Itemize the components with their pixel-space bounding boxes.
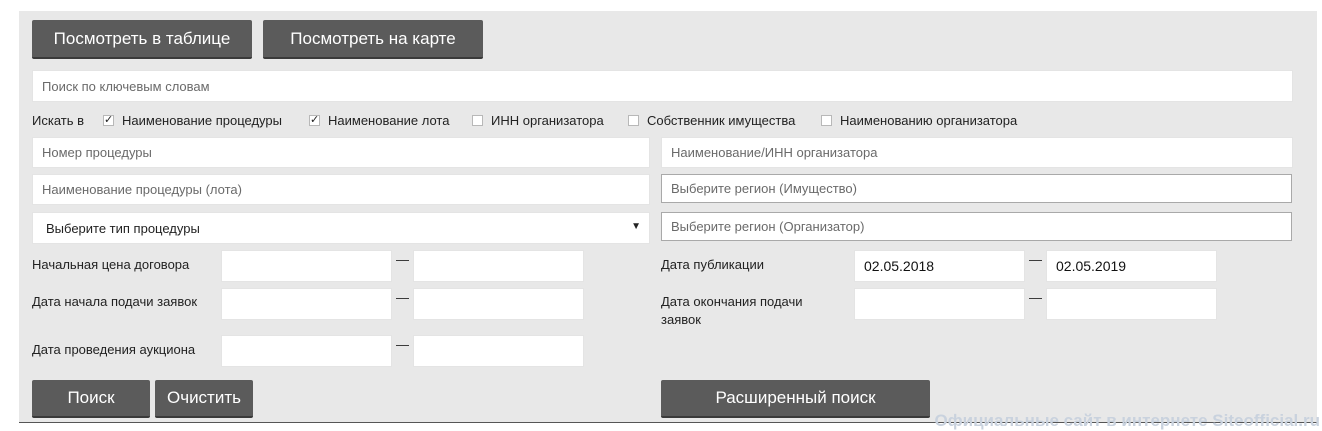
- range-dash: —: [396, 337, 409, 352]
- checkbox-organizer-name-label: Наименованию организатора: [840, 113, 1018, 128]
- dropdown-arrow-icon: ▼: [631, 221, 641, 232]
- search-button[interactable]: Поиск: [32, 380, 150, 418]
- clear-button[interactable]: Очистить: [155, 380, 253, 418]
- procedure-type-select[interactable]: Выберите тип процедуры ▼: [32, 212, 650, 244]
- range-dash: —: [1029, 290, 1042, 305]
- start-price-from-input[interactable]: [221, 250, 392, 282]
- auction-date-from-input[interactable]: [221, 335, 392, 367]
- range-dash: —: [1029, 252, 1042, 267]
- region-organizer-select[interactable]: [661, 212, 1292, 241]
- range-dash: —: [396, 290, 409, 305]
- procedure-type-select-value: Выберите тип процедуры: [46, 221, 200, 236]
- checkbox-lot-name[interactable]: ✓: [309, 115, 320, 126]
- keyword-search-input[interactable]: [32, 70, 1293, 102]
- watermark: Официальные сайт в интернете Siteofficia…: [934, 411, 1320, 430]
- auction-date-label: Дата проведения аукциона: [32, 342, 196, 357]
- region-property-select[interactable]: [661, 174, 1292, 203]
- application-start-label: Дата начала подачи заявок: [32, 294, 198, 309]
- auction-date-to-input[interactable]: [413, 335, 584, 367]
- start-price-to-input[interactable]: [413, 250, 584, 282]
- checkbox-procedure-name[interactable]: ✓: [103, 115, 114, 126]
- application-start-from-input[interactable]: [221, 288, 392, 320]
- checkbox-lot-name-label: Наименование лота: [328, 113, 450, 128]
- checkbox-procedure-name-label: Наименование процедуры: [122, 113, 282, 128]
- application-end-to-input[interactable]: [1046, 288, 1217, 320]
- publication-date-label: Дата публикации: [661, 257, 764, 272]
- application-end-label: Дата окончания подачи заявок: [661, 294, 803, 327]
- checkbox-property-owner-label: Собственник имущества: [647, 113, 796, 128]
- checkbox-property-owner[interactable]: [628, 115, 639, 126]
- application-end-from-input[interactable]: [854, 288, 1025, 320]
- checkbox-organizer-inn[interactable]: [472, 115, 483, 126]
- publication-date-to-input[interactable]: [1046, 250, 1217, 282]
- application-start-to-input[interactable]: [413, 288, 584, 320]
- procedure-name-input[interactable]: [32, 174, 650, 205]
- start-price-label: Начальная цена договора: [32, 257, 190, 272]
- view-map-button[interactable]: Посмотреть на карте: [263, 20, 483, 59]
- publication-date-from-input[interactable]: [854, 250, 1025, 282]
- view-table-button[interactable]: Посмотреть в таблице: [32, 20, 252, 59]
- search-in-label: Искать в: [32, 113, 85, 128]
- advanced-search-button[interactable]: Расширенный поиск: [661, 380, 930, 418]
- range-dash: —: [396, 252, 409, 267]
- procedure-number-input[interactable]: [32, 137, 650, 168]
- checkbox-organizer-inn-label: ИНН организатора: [491, 113, 604, 128]
- organizer-name-inn-input[interactable]: [661, 137, 1293, 168]
- checkbox-organizer-name[interactable]: [821, 115, 832, 126]
